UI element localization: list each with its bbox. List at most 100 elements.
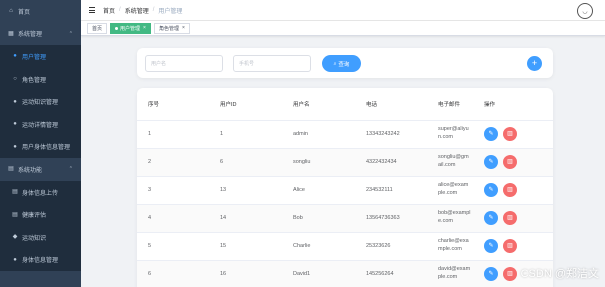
sidebar-item-body-info-admin[interactable]: ● 身体信息管理: [0, 248, 81, 272]
sidebar-item-label: 运动知识: [22, 235, 47, 242]
edit-icon: ✎: [488, 271, 494, 277]
phone-input[interactable]: [233, 55, 311, 72]
cell-phone: 13564736363: [355, 204, 427, 233]
table-row: 1 1 admin 13343243242 super@aliyun.com ✎…: [137, 120, 553, 149]
delete-button[interactable]: ▥: [503, 211, 517, 225]
cell-index: 1: [137, 120, 209, 149]
column-header: 操作: [473, 88, 553, 121]
cell-phone: 145256264: [355, 260, 427, 287]
column-header: 电话: [355, 88, 427, 121]
sidebar-item-label: 用户管理: [22, 54, 47, 61]
delete-button[interactable]: ▥: [503, 267, 517, 281]
cell-user-id: 15: [209, 232, 282, 261]
sidebar-group-system-management[interactable]: ▦ 系统管理 ⌃: [0, 23, 81, 46]
trash-icon: ▥: [507, 131, 513, 137]
cell-username: David1: [282, 260, 355, 287]
avatar[interactable]: ◡: [577, 3, 593, 19]
edit-button[interactable]: ✎: [484, 239, 498, 253]
cell-email: david@example.com: [427, 260, 473, 287]
sidebar-item-role-management[interactable]: ○ 角色管理: [0, 67, 81, 91]
sidebar-item-exercise-knowledge-management[interactable]: ● 运动知识管理: [0, 90, 81, 113]
cell-email: songliu@gmail.com: [427, 148, 473, 177]
cell-email: alice@example.com: [427, 176, 473, 205]
table-header-row: 序号 用户ID 用户名 电话 电子邮件 操作: [137, 88, 553, 121]
role-icon: ○: [13, 76, 17, 83]
cell-actions: ✎ ▥: [473, 120, 553, 149]
cell-actions: ✎ ▥: [473, 176, 553, 205]
table-row: 3 13 Alice 234532111 alice@example.com ✎…: [137, 176, 553, 205]
tag-label: 首页: [92, 25, 103, 32]
user-table: 序号 用户ID 用户名 电话 电子邮件 操作 1 1 admin 1334324…: [137, 88, 553, 287]
edit-button[interactable]: ✎: [484, 183, 498, 197]
breadcrumb-item: 用户管理: [158, 8, 183, 15]
delete-button[interactable]: ▥: [503, 239, 517, 253]
sidebar-item-health-assessment[interactable]: ▤ 健康评估: [0, 203, 81, 226]
column-header: 用户名: [282, 88, 355, 121]
tag-label: 用户管理: [120, 25, 141, 32]
cell-username: Charlie: [282, 232, 355, 261]
edit-icon: ✎: [488, 131, 494, 137]
sidebar-item-label: 身体信息管理: [22, 258, 59, 265]
user-icon: ●: [13, 53, 17, 60]
tag-user-management[interactable]: 用户管理 ×: [110, 22, 151, 34]
user-icon: ●: [13, 98, 17, 105]
hamburger-icon[interactable]: [89, 7, 95, 13]
tags-view: 首页 用户管理 × 角色管理 ×: [81, 21, 605, 36]
sidebar-item-label: 运动知识管理: [22, 100, 59, 107]
sidebar-item-body-info-upload[interactable]: ▤ 身体信息上传: [0, 180, 81, 204]
close-icon[interactable]: ×: [182, 25, 185, 31]
sidebar-item-exercise-knowledge[interactable]: ◆ 运动知识: [0, 225, 81, 249]
search-button[interactable]: ⌕ 查询: [322, 55, 361, 72]
table-row: 5 15 Charlie 25323626 charlie@example.co…: [137, 232, 553, 261]
delete-button[interactable]: ▥: [503, 183, 517, 197]
cell-username: songliu: [282, 148, 355, 177]
user-icon: ●: [13, 121, 17, 128]
chevron-up-icon: ⌃: [68, 166, 73, 173]
home-icon: ⌂: [9, 8, 13, 15]
close-icon[interactable]: ×: [143, 25, 146, 31]
sidebar-item-label: 首页: [18, 9, 31, 16]
edit-button[interactable]: ✎: [484, 211, 498, 225]
sidebar-item-exercise-detail-management[interactable]: ● 运动详情管理: [0, 112, 81, 136]
cell-index: 3: [137, 176, 209, 205]
cell-email: bob@example.com: [427, 204, 473, 233]
sidebar-group-system-functions[interactable]: ▤ 系统功能 ⌃: [0, 158, 81, 181]
cell-username: admin: [282, 120, 355, 149]
sidebar-item-user-management[interactable]: ● 用户管理: [0, 45, 81, 68]
edit-icon: ✎: [488, 187, 494, 193]
cell-index: 6: [137, 260, 209, 287]
cell-index: 2: [137, 148, 209, 177]
delete-button[interactable]: ▥: [503, 155, 517, 169]
cell-user-id: 6: [209, 148, 282, 177]
sidebar-item-home[interactable]: ⌂ 首页: [0, 0, 81, 23]
system-icon: ▦: [8, 30, 14, 37]
trash-icon: ▥: [507, 159, 513, 165]
username-input[interactable]: [145, 55, 223, 72]
document-icon: ▤: [8, 166, 14, 173]
cell-actions: ✎ ▥: [473, 232, 553, 261]
column-header: 序号: [137, 88, 209, 121]
table-row: 2 6 songliu 4322432434 songliu@gmail.com…: [137, 148, 553, 177]
breadcrumb-item[interactable]: 首页: [103, 6, 115, 15]
edit-button[interactable]: ✎: [484, 155, 498, 169]
edit-icon: ✎: [488, 215, 494, 221]
cell-index: 5: [137, 232, 209, 261]
document-icon: ▤: [12, 189, 18, 196]
trash-icon: ▥: [507, 215, 513, 221]
add-user-button[interactable]: +: [527, 56, 542, 71]
search-icon: ⌕: [333, 60, 337, 67]
cell-user-id: 13: [209, 176, 282, 205]
tag-home[interactable]: 首页: [87, 22, 108, 34]
delete-button[interactable]: ▥: [503, 127, 517, 141]
edit-icon: ✎: [488, 243, 494, 249]
edit-icon: ✎: [488, 159, 494, 165]
edit-button[interactable]: ✎: [484, 127, 498, 141]
cell-actions: ✎ ▥: [473, 148, 553, 177]
location-icon: ◆: [12, 234, 18, 241]
cell-phone: 13343243242: [355, 120, 427, 149]
column-header: 电子邮件: [427, 88, 473, 121]
cell-user-id: 14: [209, 204, 282, 233]
edit-button[interactable]: ✎: [484, 267, 498, 281]
sidebar-item-body-info-management[interactable]: ● 用户身体信息管理: [0, 135, 81, 159]
tag-role-management[interactable]: 角色管理 ×: [153, 22, 190, 34]
